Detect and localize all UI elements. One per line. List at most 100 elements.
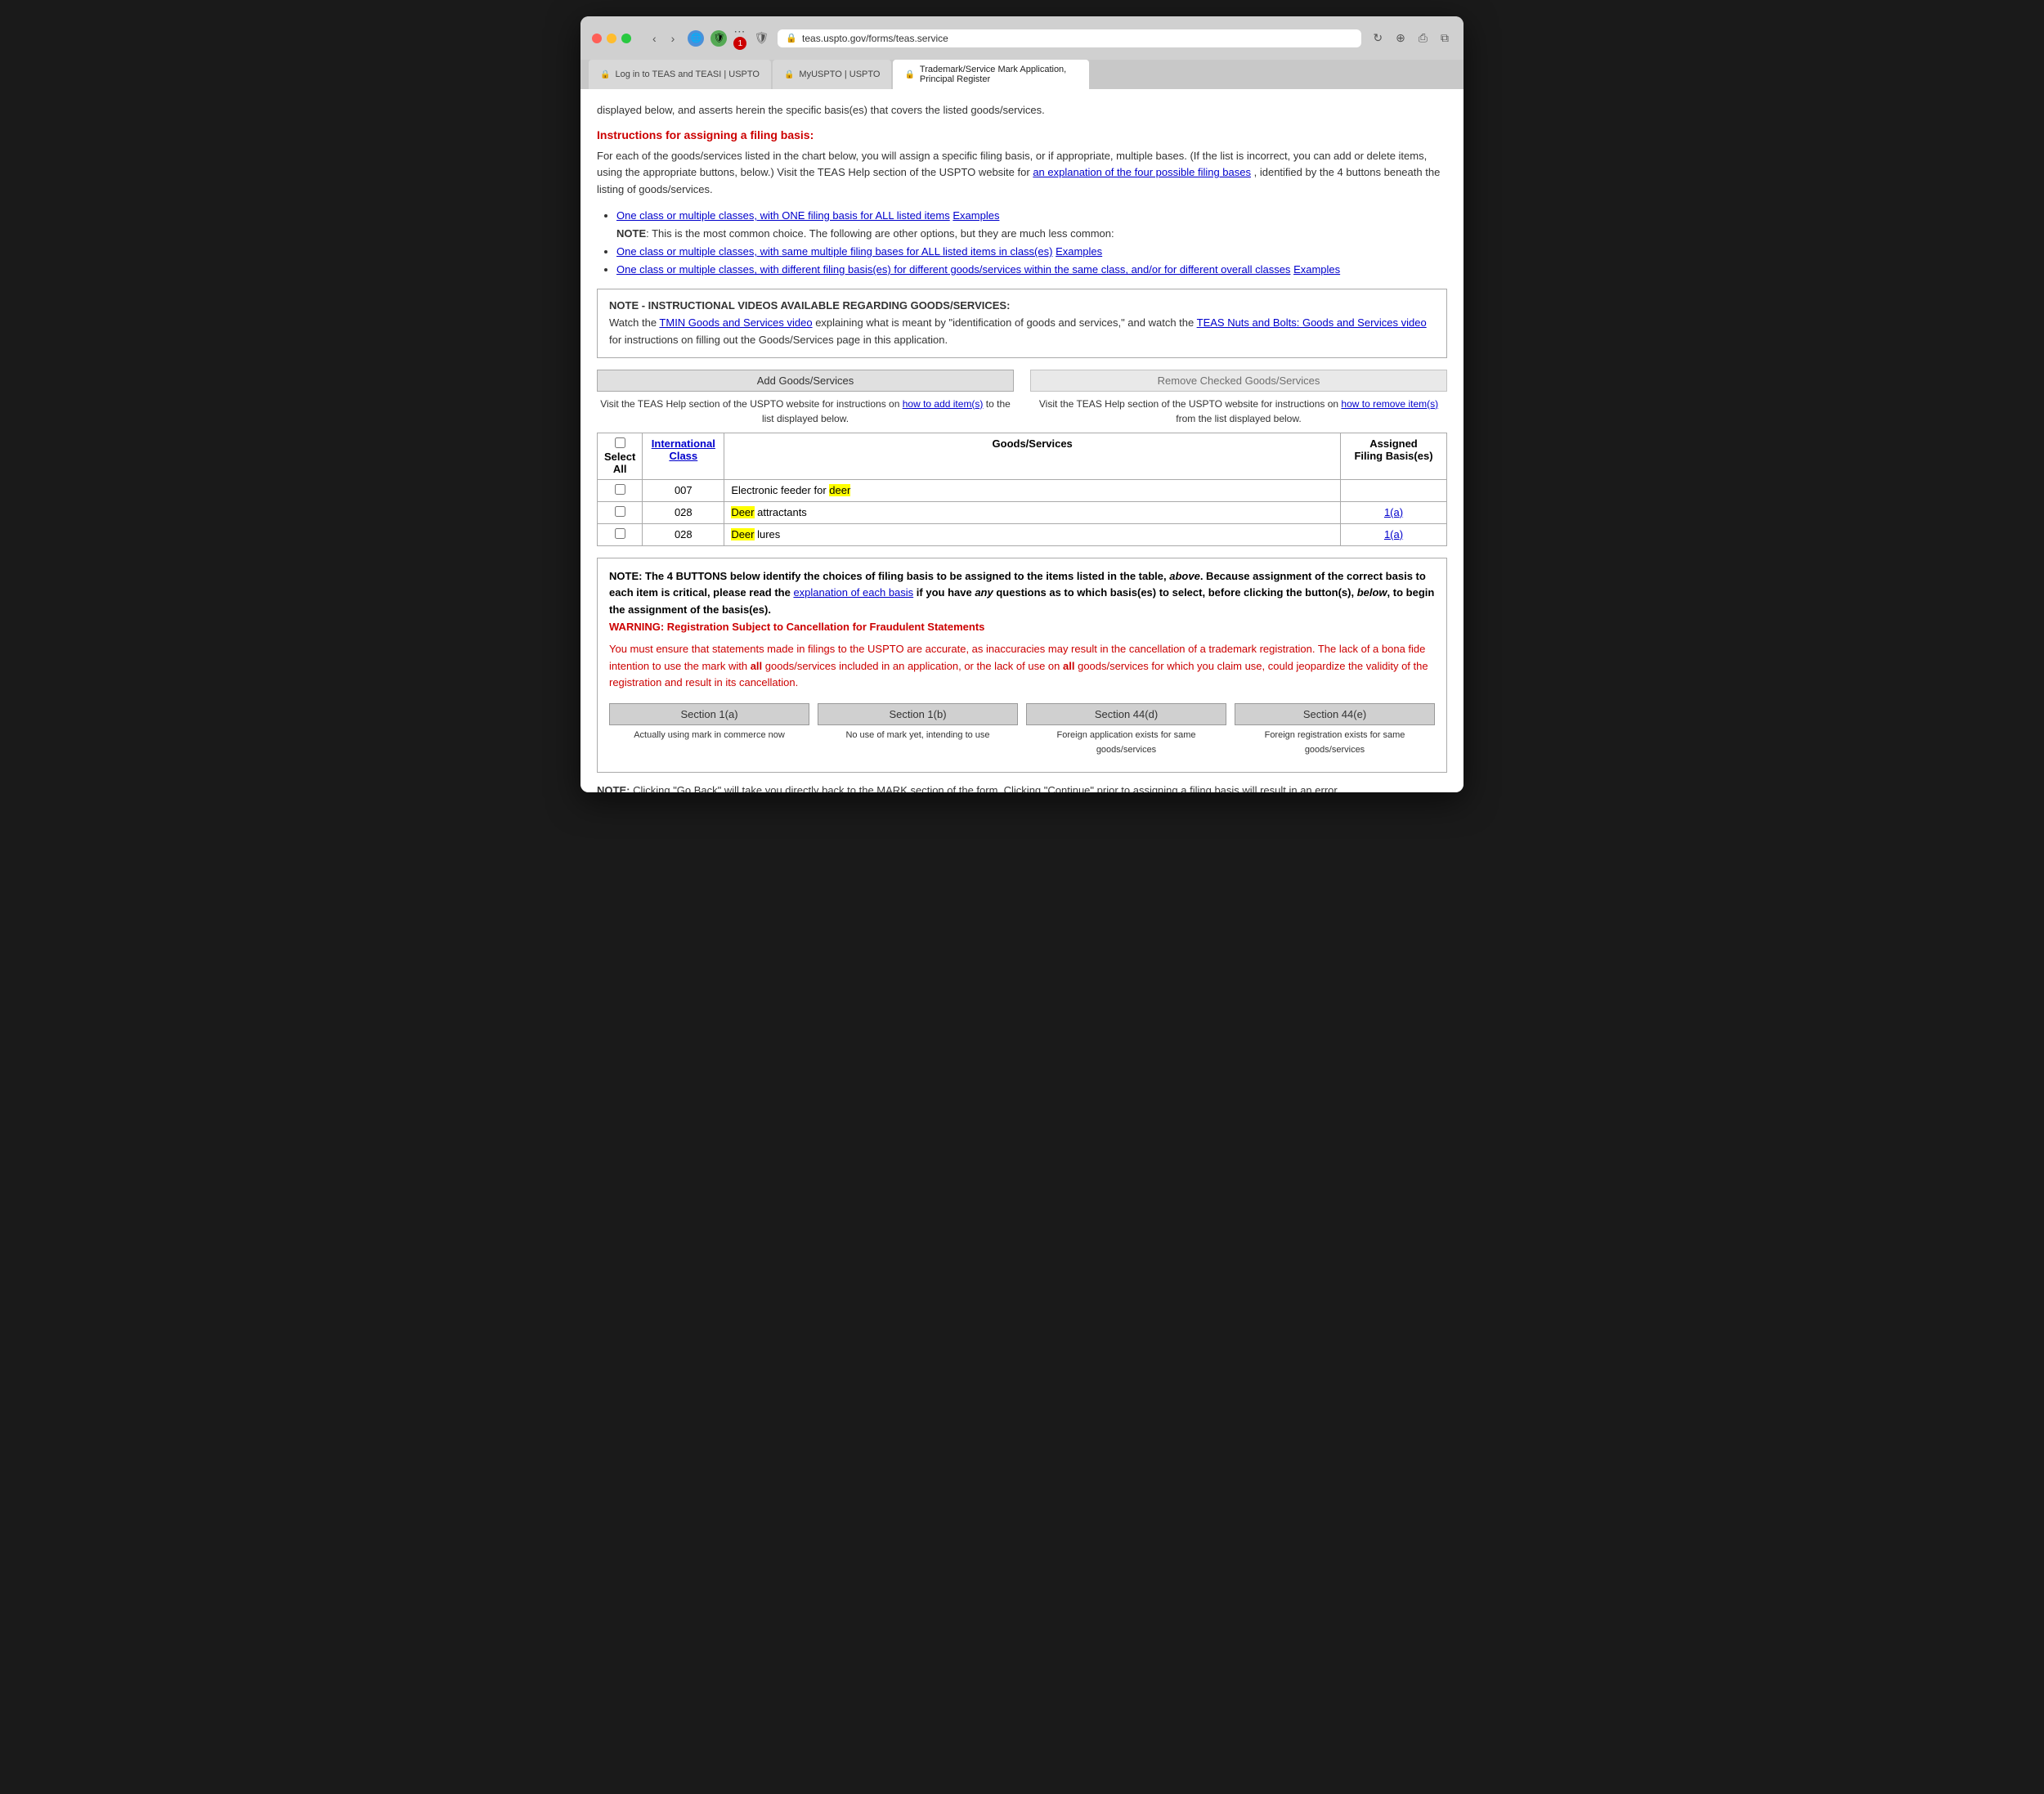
- bullet-item-1: One class or multiple classes, with ONE …: [616, 207, 1447, 243]
- new-tab-button[interactable]: ⧉: [1437, 29, 1452, 47]
- row-2-highlight: Deer: [731, 506, 754, 518]
- select-all-checkbox[interactable]: [615, 437, 625, 448]
- bullet-2-link[interactable]: One class or multiple classes, with same…: [616, 245, 1052, 258]
- tab-label-login: Log in to TEAS and TEASI | USPTO: [615, 70, 760, 79]
- bullet-item-3: One class or multiple classes, with diff…: [616, 261, 1447, 279]
- add-items-link[interactable]: how to add item(s): [903, 398, 984, 410]
- filing-basis-header: AssignedFiling Basis(es): [1341, 433, 1447, 479]
- note-box-heading: NOTE - INSTRUCTIONAL VIDEOS AVAILABLE RE…: [609, 299, 1010, 312]
- section-44d-button[interactable]: Section 44(d): [1026, 703, 1226, 725]
- forward-button[interactable]: ›: [666, 30, 680, 47]
- warning-heading: WARNING: Registration Subject to Cancell…: [609, 619, 1435, 636]
- add-help-text: Visit the TEAS Help section of the USPTO…: [597, 397, 1014, 426]
- bullet-item-2: One class or multiple classes, with same…: [616, 243, 1447, 261]
- download-button[interactable]: ⊕: [1392, 29, 1409, 47]
- tab-icon: 🔒: [600, 70, 610, 79]
- row-2-basis: 1(a): [1341, 501, 1447, 523]
- browser-nav: ‹ ›: [648, 30, 679, 47]
- page-content: displayed below, and asserts herein the …: [580, 89, 1464, 792]
- goods-header: Goods/Services: [724, 433, 1341, 479]
- section-1a-label: Actually using mark in commerce now: [609, 729, 809, 743]
- bullet-3-examples[interactable]: Examples: [1293, 263, 1340, 276]
- warning-body: You must ensure that statements made in …: [609, 641, 1435, 692]
- browser-actions: ↻ ⊕ ⎙ ⧉: [1369, 29, 1452, 47]
- instructional-videos-note: NOTE - INSTRUCTIONAL VIDEOS AVAILABLE RE…: [597, 289, 1447, 357]
- tab-login[interactable]: 🔒 Log in to TEAS and TEASI | USPTO: [589, 60, 771, 89]
- row-3-basis-link[interactable]: 1(a): [1384, 528, 1403, 540]
- int-class-header[interactable]: InternationalClass: [643, 433, 724, 479]
- section-44e-col: Section 44(e) Foreign registration exist…: [1235, 703, 1435, 757]
- section-1a-button[interactable]: Section 1(a): [609, 703, 809, 725]
- tab-trademark[interactable]: 🔒 Trademark/Service Mark Application, Pr…: [893, 60, 1089, 89]
- row-2-goods: Deer attractants: [724, 501, 1341, 523]
- filing-basis-heading: Instructions for assigning a filing basi…: [597, 128, 1447, 141]
- basis-buttons: Section 1(a) Actually using mark in comm…: [609, 703, 1435, 757]
- row-3-checkbox-cell: [598, 523, 643, 545]
- add-goods-button[interactable]: Add Goods/Services: [597, 370, 1014, 392]
- row-3-checkbox[interactable]: [615, 528, 625, 539]
- tab-label-myuspto: MyUSPTO | USPTO: [799, 70, 880, 79]
- close-button[interactable]: [592, 34, 602, 43]
- four-bases-link[interactable]: an explanation of the four possible fili…: [1033, 166, 1251, 178]
- bullet-2-examples[interactable]: Examples: [1056, 245, 1102, 258]
- select-all-header: Select All: [598, 433, 643, 479]
- select-all-label: Select All: [604, 451, 635, 475]
- nav-note: NOTE: Clicking "Go Back" will take you d…: [597, 784, 1447, 792]
- bullet-3-link[interactable]: One class or multiple classes, with diff…: [616, 263, 1290, 276]
- tab-icon-1: 🌐: [688, 30, 704, 47]
- row-1-highlight: deer: [829, 484, 850, 496]
- back-button[interactable]: ‹: [648, 30, 661, 47]
- remove-help-text: Visit the TEAS Help section of the USPTO…: [1030, 397, 1447, 426]
- browser-tabs: 🔒 Log in to TEAS and TEASI | USPTO 🔒 MyU…: [580, 60, 1464, 89]
- section-1a-col: Section 1(a) Actually using mark in comm…: [609, 703, 809, 757]
- section-1b-button[interactable]: Section 1(b): [818, 703, 1018, 725]
- section-1b-col: Section 1(b) No use of mark yet, intendi…: [818, 703, 1018, 757]
- tab-icon-3: 🔒: [904, 70, 914, 79]
- goods-services-table: Select All InternationalClass Goods/Serv…: [597, 433, 1447, 546]
- notification-badge: 1: [733, 37, 746, 50]
- remove-goods-button[interactable]: Remove Checked Goods/Services: [1030, 370, 1447, 392]
- address-bar[interactable]: 🔒 teas.uspto.gov/forms/teas.service: [778, 29, 1361, 47]
- instructions-text: For each of the goods/services listed in…: [597, 148, 1447, 199]
- row-1-class: 007: [643, 479, 724, 501]
- row-1-checkbox[interactable]: [615, 484, 625, 495]
- row-3-class: 028: [643, 523, 724, 545]
- row-2-class: 028: [643, 501, 724, 523]
- table-row: 028 Deer lures 1(a): [598, 523, 1447, 545]
- remove-items-link[interactable]: how to remove item(s): [1341, 398, 1438, 410]
- menu-icon: ⋯: [733, 25, 745, 38]
- filing-basis-section: NOTE: The 4 BUTTONS below identify the c…: [597, 558, 1447, 774]
- int-class-link[interactable]: InternationalClass: [652, 437, 715, 462]
- nav-buttons-row: NOTE: Clicking "Go Back" will take you d…: [597, 784, 1447, 792]
- filing-basis-note: NOTE: The 4 BUTTONS below identify the c…: [609, 568, 1435, 619]
- bullet-1-link[interactable]: One class or multiple classes, with ONE …: [616, 209, 950, 222]
- maximize-button[interactable]: [621, 34, 631, 43]
- row-1-checkbox-cell: [598, 479, 643, 501]
- row-3-highlight: Deer: [731, 528, 754, 540]
- tmin-video-link[interactable]: TMIN Goods and Services video: [659, 316, 812, 329]
- minimize-button[interactable]: [607, 34, 616, 43]
- row-2-basis-link[interactable]: 1(a): [1384, 506, 1403, 518]
- intro-text: displayed below, and asserts herein the …: [597, 102, 1447, 119]
- table-row: 028 Deer attractants 1(a): [598, 501, 1447, 523]
- tab-myuspto[interactable]: 🔒 MyUSPTO | USPTO: [773, 60, 891, 89]
- section-44e-label: Foreign registration exists for same goo…: [1235, 729, 1435, 757]
- filing-basis-label: AssignedFiling Basis(es): [1354, 437, 1432, 462]
- row-3-basis: 1(a): [1341, 523, 1447, 545]
- section-44d-col: Section 44(d) Foreign application exists…: [1026, 703, 1226, 757]
- browser-window: ‹ › 🌐 🛡 ⋯ 1 🛡 🔒 teas.uspto.gov/forms/tea…: [580, 16, 1464, 792]
- shield-icon: 🛡: [710, 30, 727, 47]
- bullet-1-note: NOTE: This is the most common choice. Th…: [616, 227, 1114, 240]
- explanation-link[interactable]: explanation of each basis: [793, 586, 913, 599]
- tab-icon-2: 🔒: [784, 70, 794, 79]
- teas-video-link[interactable]: TEAS Nuts and Bolts: Goods and Services …: [1197, 316, 1427, 329]
- row-2-checkbox[interactable]: [615, 506, 625, 517]
- table-row: 007 Electronic feeder for deer: [598, 479, 1447, 501]
- browser-icons: 🌐 🛡 ⋯ 1 🛡: [688, 25, 769, 52]
- row-1-goods: Electronic feeder for deer: [724, 479, 1341, 501]
- share-button[interactable]: ⎙: [1415, 29, 1431, 47]
- reload-button[interactable]: ↻: [1369, 29, 1386, 47]
- notification-area: ⋯ 1: [733, 25, 746, 52]
- section-44e-button[interactable]: Section 44(e): [1235, 703, 1435, 725]
- bullet-1-examples[interactable]: Examples: [953, 209, 999, 222]
